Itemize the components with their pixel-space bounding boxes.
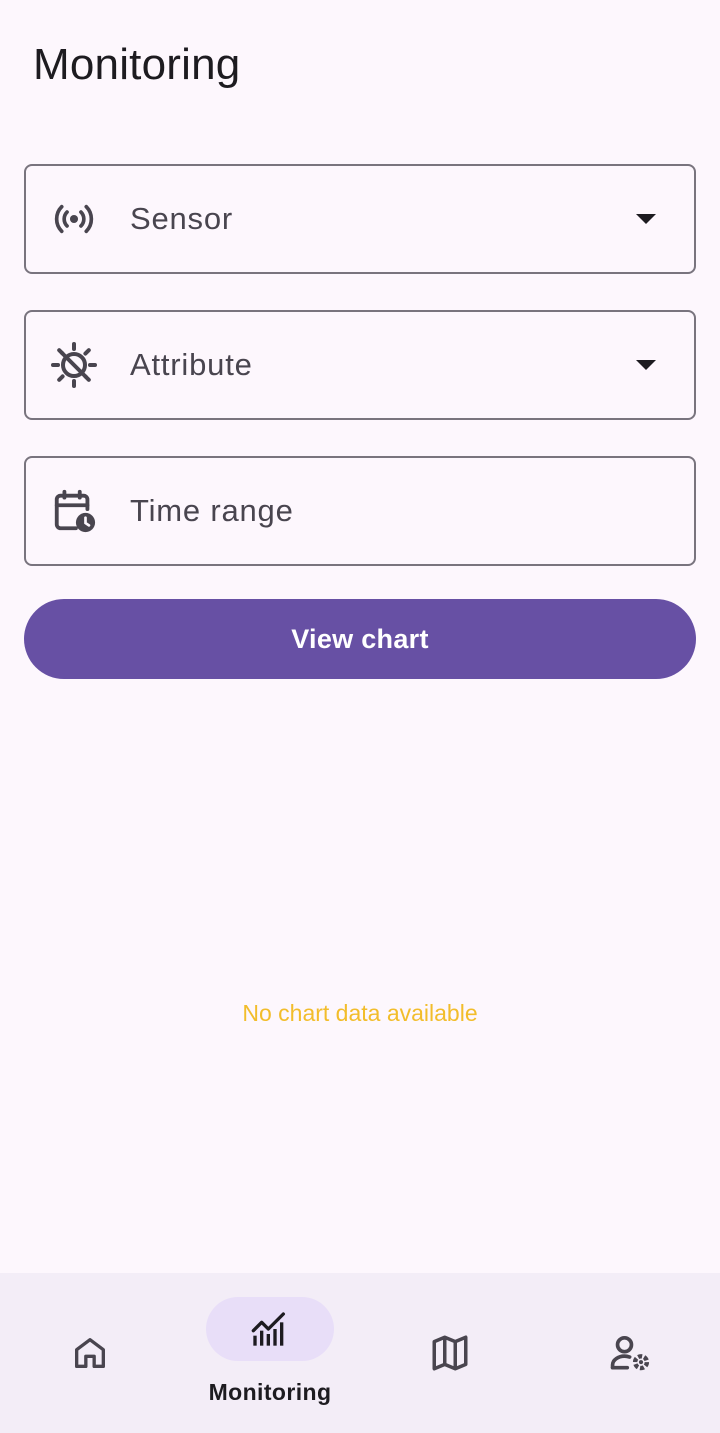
nav-item-monitoring[interactable]: Monitoring xyxy=(180,1273,360,1433)
attribute-label: Attribute xyxy=(130,347,253,382)
map-icon xyxy=(386,1321,514,1385)
nav-item-home[interactable] xyxy=(0,1273,180,1433)
sensor-dropdown[interactable]: Sensor xyxy=(24,164,696,274)
sensor-label: Sensor xyxy=(130,201,234,236)
manage-accounts-icon xyxy=(566,1321,694,1385)
time-range-field[interactable]: Time range xyxy=(24,456,696,566)
nav-label-monitoring: Monitoring xyxy=(208,1379,332,1405)
calendar-clock-icon xyxy=(50,487,98,535)
bottom-navigation: Monitoring xyxy=(0,1273,720,1433)
attribute-dropdown[interactable]: Attribute xyxy=(24,310,696,420)
home-icon xyxy=(26,1321,154,1385)
dropdown-arrow-icon[interactable] xyxy=(626,345,666,385)
sensors-icon xyxy=(50,195,98,243)
page-title: Monitoring xyxy=(33,40,241,89)
nav-item-map[interactable] xyxy=(360,1273,540,1433)
dropdown-arrow-icon[interactable] xyxy=(626,199,666,239)
monitoring-icon xyxy=(206,1297,334,1361)
view-chart-button[interactable]: View chart xyxy=(24,599,696,679)
empty-chart-message: No chart data available xyxy=(242,1000,478,1026)
wb-twilight-icon xyxy=(50,341,98,389)
nav-item-account[interactable] xyxy=(540,1273,720,1433)
time-range-label: Time range xyxy=(130,493,294,528)
